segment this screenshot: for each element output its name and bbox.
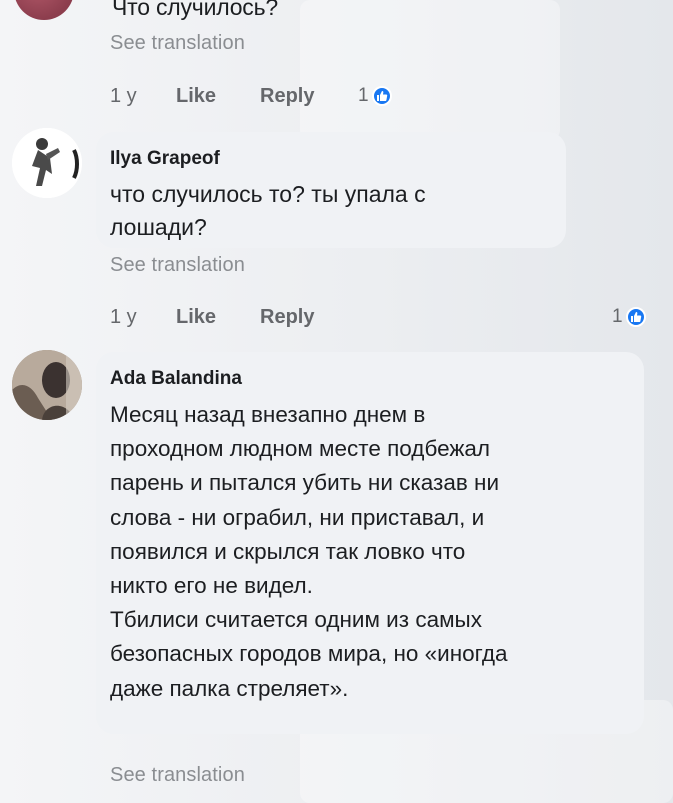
reaction-count: 1 bbox=[612, 306, 623, 327]
see-translation-link[interactable]: See translation bbox=[110, 764, 245, 787]
reply-button[interactable]: Reply bbox=[260, 82, 314, 110]
comment-actions: 1 y Like Reply 1 bbox=[110, 82, 650, 110]
comment-actions: 1 y Like Reply 1 bbox=[110, 303, 650, 331]
reaction-summary[interactable]: 1 bbox=[358, 82, 392, 110]
comment-author[interactable]: Ilya Grapeof bbox=[110, 148, 220, 170]
avatar[interactable] bbox=[12, 350, 82, 420]
reply-button[interactable]: Reply bbox=[260, 303, 314, 331]
thumbs-up-icon bbox=[625, 307, 646, 327]
comment-age: 1 y bbox=[110, 306, 137, 328]
avatar[interactable] bbox=[12, 128, 82, 198]
comment-text: Что случилось? bbox=[112, 0, 278, 20]
comments-thread: Что случилось? See translation 1 y Like … bbox=[0, 0, 673, 803]
like-button[interactable]: Like bbox=[176, 82, 216, 110]
see-translation-link[interactable]: See translation bbox=[110, 254, 245, 277]
comment-text: что случилось то? ты упала с лошади? bbox=[110, 181, 426, 240]
reaction-count: 1 bbox=[358, 85, 369, 106]
comment-author[interactable]: Ada Balandina bbox=[110, 368, 242, 390]
avatar[interactable] bbox=[14, 0, 74, 20]
reaction-summary[interactable]: 1 bbox=[612, 303, 646, 331]
like-button[interactable]: Like bbox=[176, 303, 216, 331]
background-blur-panel bbox=[300, 0, 560, 140]
thumbs-up-icon bbox=[371, 86, 392, 106]
comment-text: Месяц назад внезапно днем в проходном лю… bbox=[110, 402, 508, 701]
comment-age: 1 y bbox=[110, 85, 137, 107]
see-translation-link[interactable]: See translation bbox=[110, 32, 245, 55]
